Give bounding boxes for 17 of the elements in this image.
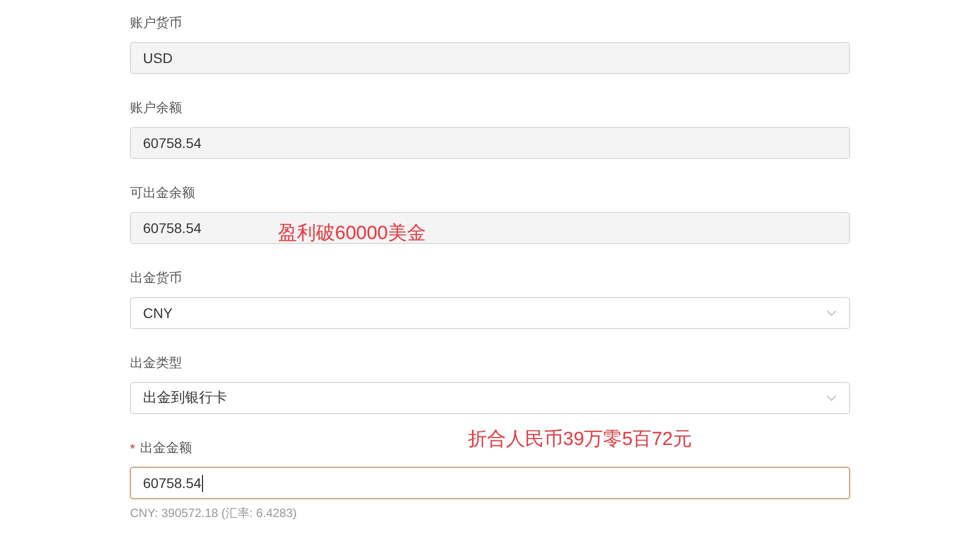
field-label: 出金金额 — [140, 439, 192, 457]
annotation-text: 盈利破60000美金 — [278, 222, 426, 246]
field-label: 可出金余额 — [130, 184, 195, 202]
readonly-field: 60758.54 — [130, 127, 850, 159]
input-field[interactable]: 60758.54 — [130, 467, 850, 499]
annotation-text: 折合人民币39万零5百72元 — [468, 428, 692, 452]
field-label: 账户余额 — [130, 99, 182, 117]
chevron-down-icon — [826, 394, 837, 402]
field-label: 出金货币 — [130, 269, 182, 287]
readonly-field: USD — [130, 42, 850, 74]
select-field[interactable]: CNY — [130, 297, 850, 329]
hint-text: CNY: 390572.18 (汇率: 6.4283) — [130, 505, 298, 522]
field-label: 账户货币 — [130, 14, 182, 32]
required-mark: * — [130, 440, 136, 456]
select-field[interactable]: 出金到银行卡 — [130, 382, 850, 414]
field-label: 出金类型 — [130, 354, 182, 372]
chevron-down-icon — [826, 310, 837, 316]
